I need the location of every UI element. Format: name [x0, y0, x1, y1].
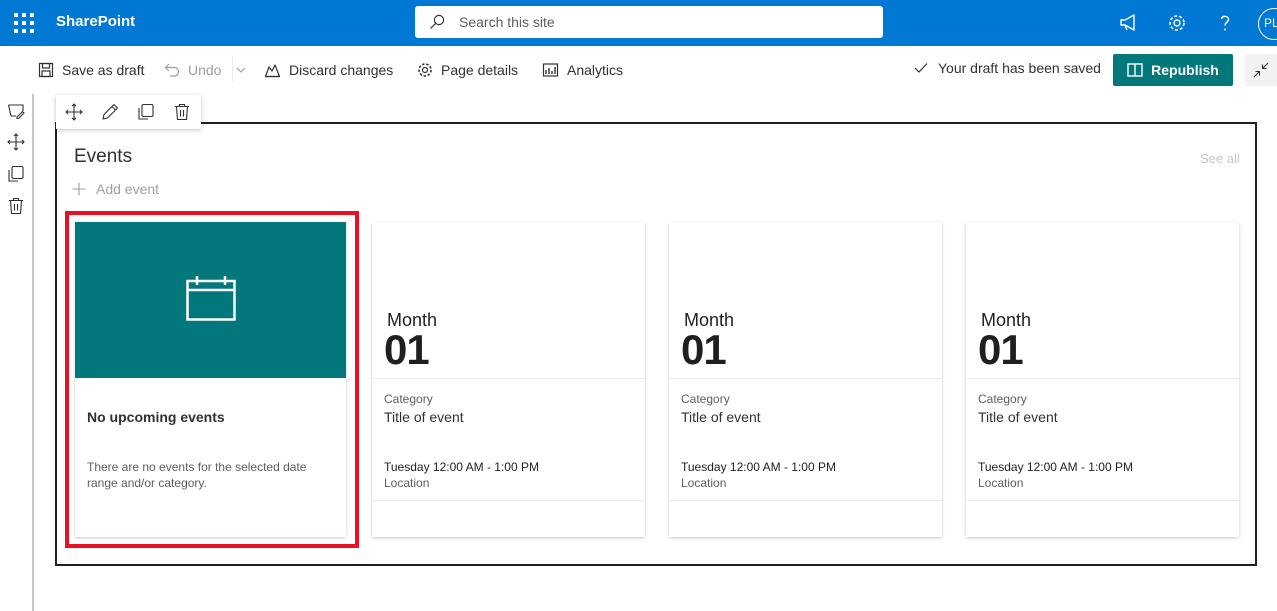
webpart-title[interactable]: Events [74, 146, 132, 168]
app-launcher-icon[interactable] [14, 13, 34, 33]
save-as-draft-button[interactable]: Save as draft [38, 60, 145, 80]
event-day: 01 [681, 326, 727, 373]
empty-title: No upcoming events [87, 409, 225, 425]
delete-icon[interactable] [7, 197, 25, 215]
duplicate-icon[interactable] [137, 103, 155, 121]
search-input[interactable] [459, 13, 859, 31]
analytics-icon [542, 63, 559, 77]
app-title[interactable]: SharePoint [56, 13, 135, 30]
event-card[interactable]: Month 01 Category Title of event Tuesday… [372, 222, 645, 537]
search-icon [430, 14, 445, 29]
plus-icon [72, 182, 86, 196]
event-time: Tuesday 12:00 AM - 1:00 PM [681, 460, 836, 474]
duplicate-icon[interactable] [7, 165, 25, 183]
card-banner [75, 222, 346, 378]
event-card[interactable]: Month 01 Category Title of event Tuesday… [966, 222, 1239, 537]
collapse-button[interactable] [1245, 54, 1277, 86]
undo-label: Undo [188, 62, 222, 78]
no-events-card: No upcoming events There are no events f… [75, 222, 346, 537]
suite-bar: SharePoint PL [0, 0, 1277, 46]
empty-description: There are no events for the selected dat… [87, 460, 307, 490]
divider [669, 378, 942, 379]
collapse-icon [1253, 62, 1269, 78]
event-time: Tuesday 12:00 AM - 1:00 PM [978, 460, 1133, 474]
divider [966, 378, 1239, 379]
search-box[interactable] [415, 6, 883, 38]
book-icon [1127, 63, 1143, 77]
event-title: Title of event [681, 409, 761, 425]
event-day: 01 [978, 326, 1024, 373]
undo-icon [164, 63, 180, 77]
checkmark-icon [914, 63, 928, 73]
user-avatar[interactable]: PL [1258, 8, 1277, 40]
megaphone-icon[interactable] [1117, 11, 1141, 35]
webpart-toolbar [56, 95, 201, 129]
edit-section-icon[interactable] [7, 102, 25, 120]
event-title: Title of event [384, 409, 464, 425]
republish-button[interactable]: Republish [1113, 54, 1233, 86]
analytics-label: Analytics [567, 62, 624, 78]
discard-changes-label: Discard changes [289, 62, 394, 78]
edit-pencil-icon[interactable] [101, 103, 119, 121]
delete-icon[interactable] [173, 103, 191, 121]
settings-gear-icon[interactable] [1165, 11, 1189, 35]
event-category: Category [681, 392, 730, 406]
discard-changes-button[interactable]: Discard changes [264, 60, 393, 80]
see-all-link[interactable]: See all [1200, 151, 1240, 166]
save-icon [38, 62, 54, 78]
chevron-down-icon[interactable] [236, 65, 246, 75]
divider [966, 500, 1239, 501]
page-details-label: Page details [441, 62, 519, 78]
event-location: Location [978, 476, 1024, 490]
save-as-draft-label: Save as draft [62, 62, 145, 78]
calendar-icon [186, 276, 236, 321]
divider [372, 500, 645, 501]
analytics-button[interactable]: Analytics [542, 60, 623, 80]
gear-icon [418, 63, 432, 77]
draft-status-text: Your draft has been saved [938, 60, 1101, 76]
move-icon[interactable] [7, 133, 25, 151]
add-event-button[interactable]: Add event [72, 181, 159, 197]
divider [669, 500, 942, 501]
event-time: Tuesday 12:00 AM - 1:00 PM [384, 460, 539, 474]
divider [372, 378, 645, 379]
divider [232, 56, 233, 82]
republish-label: Republish [1151, 62, 1219, 78]
event-card[interactable]: Month 01 Category Title of event Tuesday… [669, 222, 942, 537]
event-category: Category [384, 392, 433, 406]
undo-button[interactable]: Undo [164, 60, 221, 80]
event-day: 01 [384, 326, 430, 373]
discard-icon [264, 64, 281, 78]
event-category: Category [978, 392, 1027, 406]
event-title: Title of event [978, 409, 1058, 425]
page-details-button[interactable]: Page details [417, 60, 518, 80]
section-toolbar [0, 94, 34, 611]
event-location: Location [681, 476, 727, 490]
add-event-label: Add event [96, 181, 160, 197]
command-bar: Save as draft Undo Discard changes Page … [0, 46, 1277, 94]
move-icon[interactable] [65, 103, 83, 121]
event-location: Location [384, 476, 430, 490]
draft-status: Your draft has been saved [914, 60, 1101, 76]
help-icon[interactable] [1213, 11, 1237, 35]
